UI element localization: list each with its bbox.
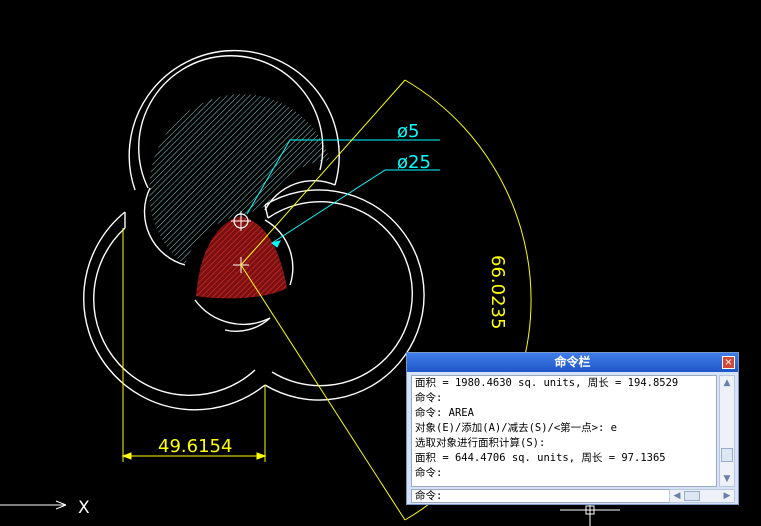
scroll-up-icon[interactable]: ▲ [721,377,733,389]
scroll-right-icon[interactable]: ▶ [721,490,733,502]
history-line: 选取对象进行面积计算(S): [415,437,546,449]
scroll-left-icon[interactable]: ◀ [671,490,683,502]
scroll-thumb[interactable] [721,448,733,462]
command-window: 命令栏 × 面积 = 1980.4630 sq. units, 周长 = 194… [406,352,739,505]
scroll-thumb-horizontal[interactable] [684,491,700,501]
cad-window: ø5 ø25 66.0235 49.6154 X 命令栏 × 面积 = 1980… [0,0,761,526]
history-line: 面积 = 644.4706 sq. units, 周长 = 97.1365 [415,452,666,464]
close-button[interactable]: × [722,356,735,369]
ucs-icon: X [0,498,90,518]
axis-x-label: X [78,498,90,518]
scroll-down-icon[interactable]: ▼ [721,473,733,485]
command-window-title[interactable]: 命令栏 [407,353,738,372]
command-history: 面积 = 1980.4630 sq. units, 周长 = 194.8529 … [411,375,717,487]
history-line: 对象(E)/添加(A)/减去(S)/<第一点>: e [415,422,617,434]
history-line: 命令: [415,392,443,404]
dim-arc: 66.0235 [487,255,508,329]
right-ring [264,189,425,401]
history-line: 面积 = 1980.4630 sq. units, 周长 = 194.8529 [415,377,679,389]
horizontal-scrollbar[interactable]: ◀ ▶ [669,489,735,503]
dim-diameter-small: ø5 [397,121,419,142]
history-line: 命令: [415,467,443,479]
cursor-crosshair [560,505,620,526]
vertical-scrollbar[interactable]: ▲ ▼ [719,375,735,487]
dim-diameter-large: ø25 [397,152,431,173]
history-line: 命令: AREA [415,407,474,419]
command-prompt: 命令: [415,490,443,502]
dim-linear: 49.6154 [158,436,232,457]
